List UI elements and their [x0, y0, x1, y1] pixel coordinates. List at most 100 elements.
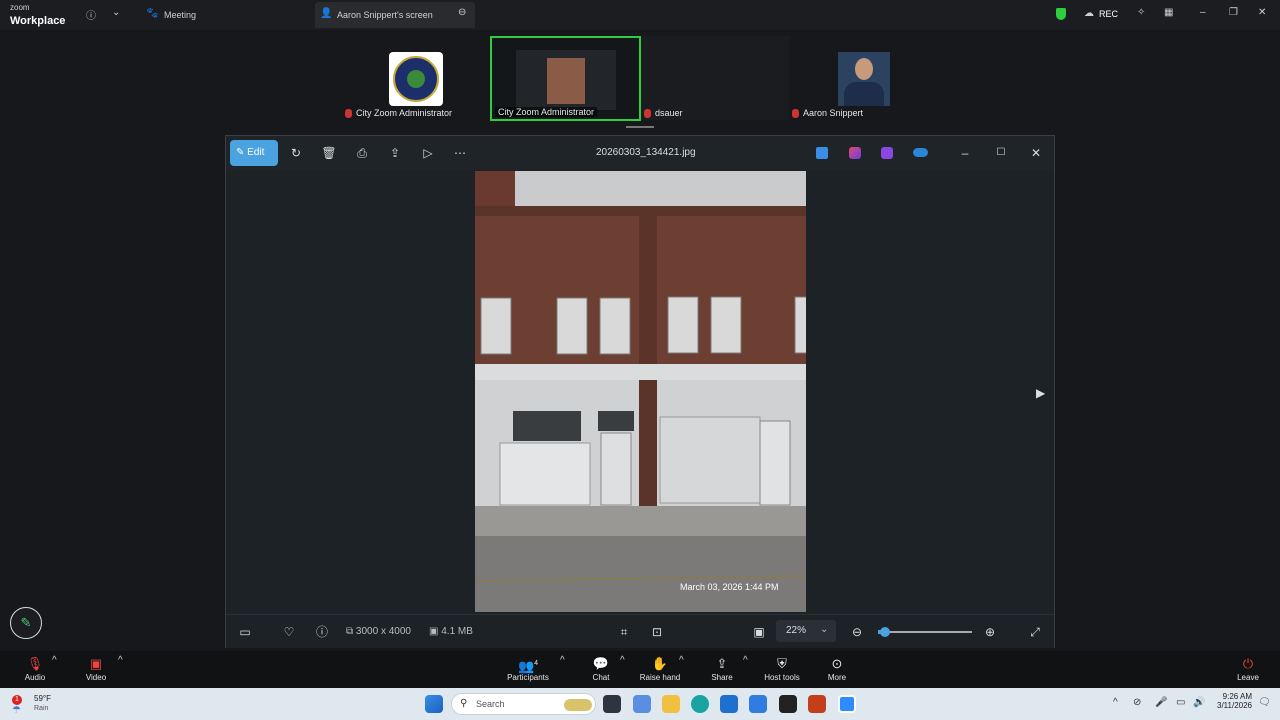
network-icon[interactable]: ▭ [1176, 697, 1185, 708]
chevron-down-icon[interactable]: ⌄ [112, 7, 120, 18]
host-tools-button[interactable]: ⛨ Host tools [752, 655, 812, 682]
close-icon[interactable]: ✕ [1258, 7, 1266, 18]
share-icon[interactable]: ⇪ [386, 145, 404, 161]
zoom-level-dropdown[interactable]: 22% ⌄ [776, 620, 836, 642]
weather-desc: Rain [34, 705, 49, 712]
photos-toolbar: ✎ Edit ↻ 🗑 ⎙ ⇪ ▷ ⋯ 20260303_134421.jpg –… [226, 136, 1054, 170]
fit-view-icon[interactable]: ▣ [750, 624, 768, 640]
zoom-out-icon[interactable]: ⊖ [848, 624, 866, 640]
visual-search-icon[interactable]: ⊡ [648, 624, 666, 640]
photo-timestamp: March 03, 2026 1:44 PM [680, 582, 779, 592]
participant-tile-4[interactable]: Aaron Snippert [789, 36, 937, 120]
share-options-icon[interactable]: ^ [743, 655, 748, 666]
clipchamp-app-icon[interactable] [881, 147, 893, 159]
participant-tile-active[interactable]: City Zoom Administrator [490, 36, 641, 121]
zoom-logo-big: Workplace [10, 15, 66, 27]
rec-label[interactable]: REC [1099, 9, 1118, 19]
restore-icon[interactable]: ❐ [1229, 7, 1238, 18]
slideshow-icon[interactable]: ▷ [419, 145, 437, 161]
dimensions-label: ⧉ 3000 x 4000 [346, 626, 411, 637]
task-view-icon[interactable] [603, 695, 621, 713]
ai-companion-icon[interactable]: ✧ [1137, 7, 1145, 18]
options-icon[interactable]: ⊖ [458, 7, 466, 18]
filmstrip-icon[interactable]: ▭ [236, 624, 254, 640]
audio-options-icon[interactable]: ^ [52, 655, 57, 666]
minimize-icon[interactable]: – [1200, 7, 1206, 18]
view-icon[interactable]: ▦ [1164, 7, 1173, 18]
video-button[interactable]: ▣ Video [66, 655, 126, 682]
favorite-heart-icon[interactable]: ♡ [280, 624, 298, 640]
fullscreen-icon[interactable]: ⤢ [1026, 624, 1044, 640]
tab-screen-share[interactable]: 👤 Aaron Snippert's screen ⊖ [315, 2, 475, 28]
reactions-options-icon[interactable]: ^ [679, 655, 684, 666]
zoom-slider-thumb[interactable] [880, 627, 890, 637]
edge-icon[interactable] [691, 695, 709, 713]
zoom-app-icon[interactable] [838, 695, 856, 713]
participants-icon: 👥4 [517, 658, 539, 674]
participant-tile-1[interactable]: City Zoom Administrator [340, 36, 488, 120]
file-name: 20260303_134421.jpg [596, 147, 696, 158]
participant-tile-3[interactable]: dsauer [641, 36, 789, 120]
edit-button[interactable]: ✎ Edit [230, 140, 278, 166]
onedrive-icon[interactable] [913, 148, 928, 157]
participants-button[interactable]: 👥4 Participants [498, 655, 558, 682]
city-seal-logo [389, 52, 443, 106]
annotate-pen-button[interactable]: ✎ [10, 607, 42, 639]
outlook-icon[interactable] [749, 695, 767, 713]
security-shield-icon[interactable] [1056, 8, 1066, 20]
next-image-icon[interactable]: ▶ [1036, 386, 1045, 400]
zoom-in-icon[interactable]: ⊕ [981, 624, 999, 640]
clock-date: 3/11/2026 [1217, 701, 1252, 710]
editor-app-icon[interactable] [816, 147, 828, 159]
tab-screen-label: Aaron Snippert's screen [337, 10, 433, 20]
shield-icon: ⛨ [777, 656, 787, 671]
leave-icon: ⏻ [1242, 656, 1254, 671]
participant-name: City Zoom Administrator [345, 108, 452, 119]
crop-icon[interactable]: ⌗ [615, 624, 633, 640]
search-highlight-icon [564, 699, 592, 711]
start-windows-icon[interactable] [425, 695, 443, 713]
ndi-app-icon[interactable] [779, 695, 797, 713]
store-icon[interactable] [720, 695, 738, 713]
rain-icon: ☂ [12, 705, 21, 716]
notification-icon[interactable]: 🗨 [1258, 697, 1271, 708]
delete-icon[interactable]: 🗑 [320, 145, 338, 161]
tray-expand-icon[interactable]: ^ [1113, 697, 1118, 708]
building-photo-image [475, 171, 806, 612]
shared-screen-thumbnail [516, 50, 616, 110]
participant-name: dsauer [644, 108, 683, 119]
avatar [838, 52, 890, 106]
powerpoint-icon[interactable] [808, 695, 826, 713]
file-explorer-icon[interactable] [662, 695, 680, 713]
strip-drag-handle[interactable] [626, 126, 654, 128]
microphone-tray-icon[interactable]: 🎤 [1155, 697, 1167, 708]
chat-options-icon[interactable]: ^ [620, 655, 625, 666]
tab-meeting[interactable]: Meeting [164, 10, 196, 20]
window-maximize-icon[interactable]: ☐ [992, 145, 1010, 161]
designer-app-icon[interactable] [849, 147, 861, 159]
print-icon[interactable]: ⎙ [353, 145, 371, 161]
zoom-slider[interactable] [878, 627, 972, 637]
volume-icon[interactable]: 🔊 [1193, 697, 1205, 708]
video-options-icon[interactable]: ^ [118, 655, 123, 666]
building-photo: March 03, 2026 1:44 PM [475, 171, 806, 612]
participants-options-icon[interactable]: ^ [560, 655, 565, 666]
meeting-icon: 🐾 [146, 8, 159, 19]
chevron-down-icon: ⌄ [820, 624, 829, 635]
taskbar-search[interactable]: ⚲ Search [451, 693, 596, 715]
widgets-icon[interactable] [633, 695, 651, 713]
rotate-icon[interactable]: ↻ [287, 145, 305, 161]
window-minimize-icon[interactable]: – [956, 145, 974, 161]
more-button[interactable]: ⊙ More [807, 655, 867, 682]
leave-button[interactable]: ⏻ Leave [1218, 655, 1278, 682]
filesize-label: ▣ 4.1 MB [429, 626, 473, 637]
search-icon: ⚲ [460, 698, 468, 709]
clock[interactable]: 9:26 AM 3/11/2026 [1208, 692, 1252, 710]
window-close-icon[interactable]: ✕ [1027, 145, 1045, 161]
zoom-logo: zoom Workplace [10, 4, 65, 28]
tray-icon-1[interactable]: ⊘ [1133, 697, 1141, 708]
file-info-icon[interactable]: ⓘ [313, 624, 331, 640]
participant-name: Aaron Snippert [792, 108, 863, 119]
info-icon[interactable]: ⓘ [86, 7, 96, 22]
more-options-icon[interactable]: ⋯ [451, 145, 469, 161]
